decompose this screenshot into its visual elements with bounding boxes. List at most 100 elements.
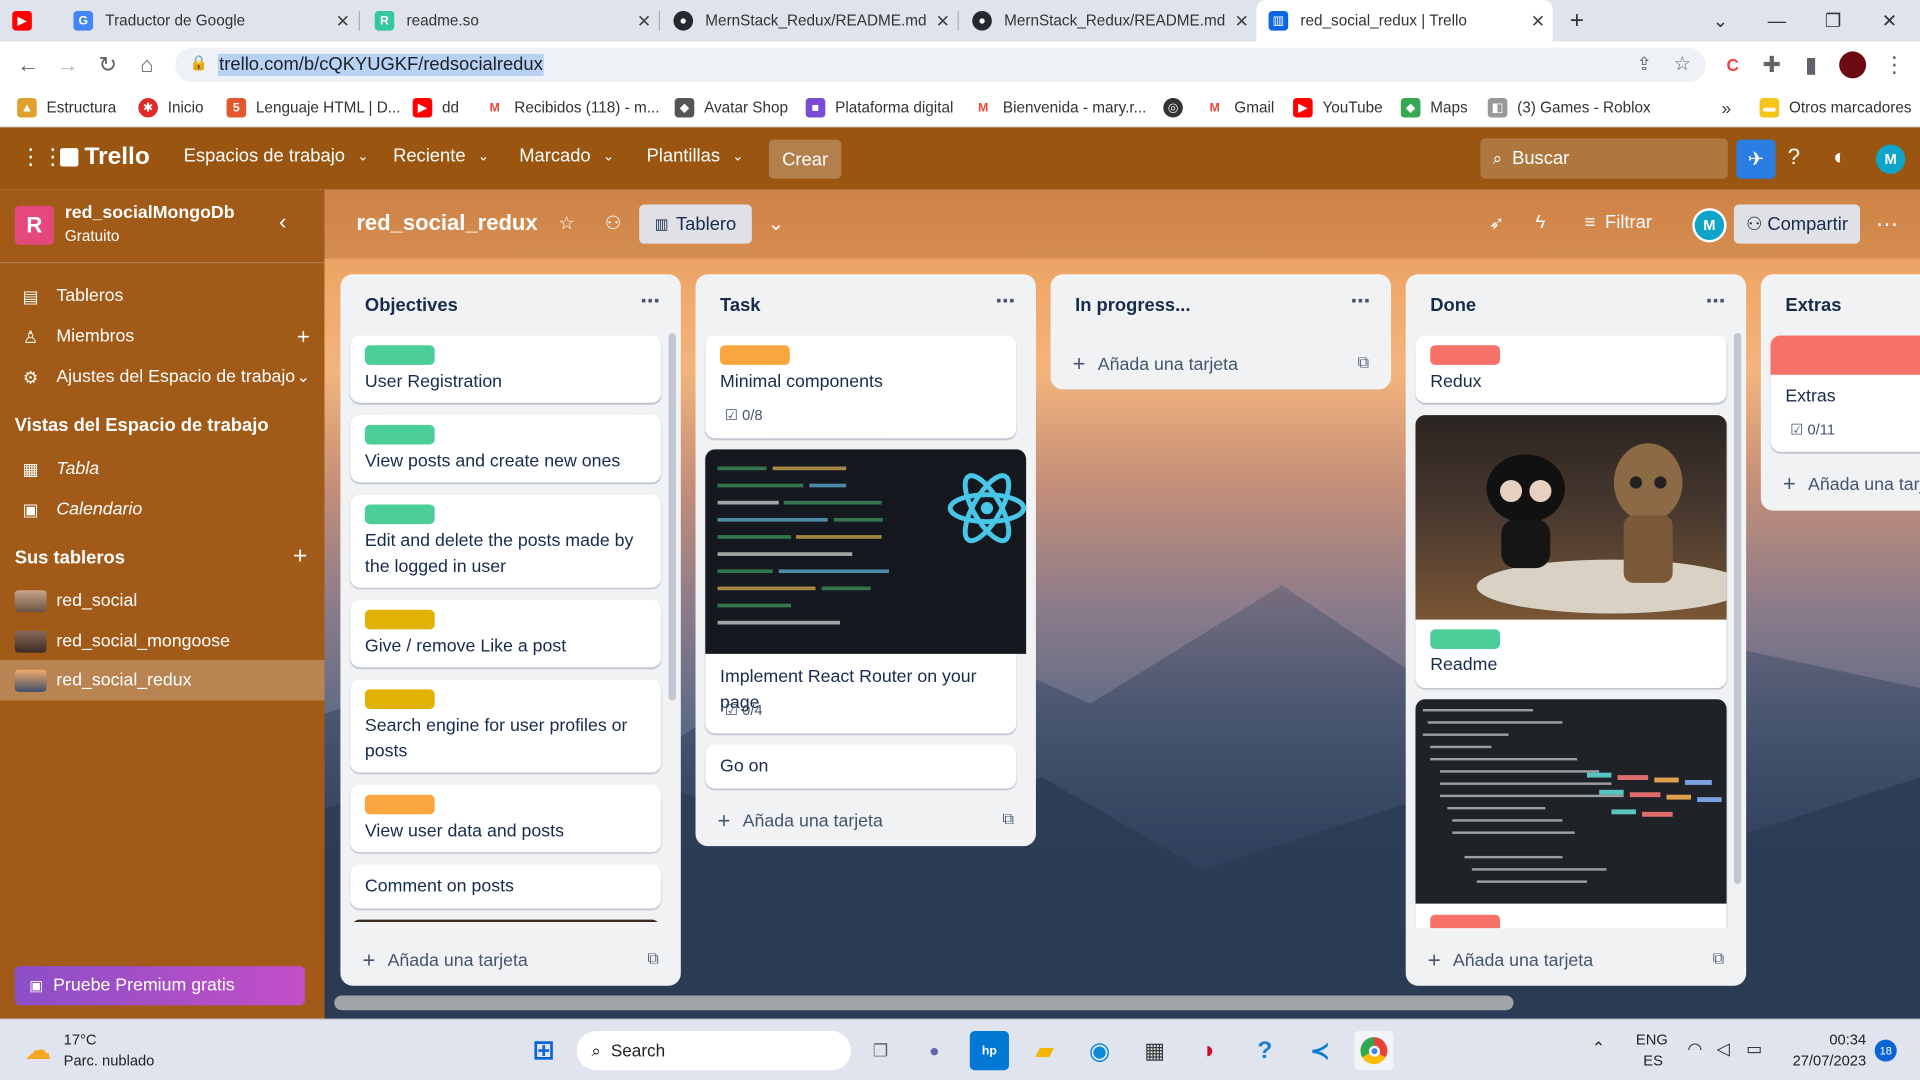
- bookmark-item[interactable]: M Bienvenida - mary.r...: [973, 97, 1146, 119]
- card[interactable]: Give / remove Like a post: [350, 600, 662, 668]
- close-icon[interactable]: ✕: [928, 10, 957, 31]
- sidebar-item-boards[interactable]: ▤ Tableros: [0, 278, 324, 315]
- sidebar-item-members[interactable]: ♙ Miembros +: [0, 318, 324, 355]
- windows-start-icon[interactable]: ⊞: [524, 1031, 563, 1070]
- close-icon[interactable]: ✕: [1523, 10, 1552, 31]
- search-input[interactable]: ⌕ Buscar: [1480, 138, 1728, 179]
- new-tab-button[interactable]: +: [1562, 0, 1599, 42]
- back-icon[interactable]: ←: [12, 49, 44, 81]
- notification-badge[interactable]: 18: [1874, 1039, 1897, 1062]
- card-label[interactable]: [364, 504, 435, 525]
- tab-search-icon[interactable]: ⌄: [1692, 0, 1748, 42]
- list-title[interactable]: Objectives: [365, 295, 458, 316]
- add-card-button[interactable]: +Añada una tarjeta: [1428, 948, 1593, 974]
- bookmark-item[interactable]: ✱ Inicio: [138, 97, 203, 119]
- teams-icon[interactable]: ●: [915, 1031, 954, 1070]
- puzzle-icon[interactable]: ✚: [1756, 49, 1788, 81]
- create-button[interactable]: Crear: [768, 139, 842, 179]
- wifi-icon[interactable]: ◠: [1687, 1038, 1702, 1059]
- maximize-button[interactable]: ❐: [1805, 0, 1861, 42]
- add-card-button[interactable]: +Añada una tarjeta: [718, 808, 883, 834]
- chevron-down-icon[interactable]: ⌄: [768, 212, 784, 236]
- bookmark-item[interactable]: 5 Lenguaje HTML | D...: [226, 97, 401, 119]
- atlassian-icon[interactable]: ✈: [1736, 139, 1776, 179]
- menu-templates[interactable]: Plantillas ⌄: [647, 146, 744, 167]
- list-menu-icon[interactable]: ⋯: [1351, 289, 1372, 313]
- list-title[interactable]: In progress...: [1075, 295, 1190, 316]
- close-icon[interactable]: ✕: [629, 10, 658, 31]
- reload-icon[interactable]: ↻: [92, 49, 124, 81]
- edge-icon[interactable]: ◉: [1080, 1031, 1119, 1070]
- power-ups-icon[interactable]: ➶: [1489, 212, 1504, 234]
- sidebar-item-settings[interactable]: ⚙ Ajustes del Espacio de trabajo ⌄: [0, 359, 324, 396]
- lang-secondary[interactable]: ES: [1643, 1052, 1663, 1069]
- bookmark-star-icon[interactable]: ☆: [1673, 51, 1691, 75]
- user-avatar[interactable]: M: [1875, 144, 1906, 174]
- more-bookmarks-icon[interactable]: »: [1722, 97, 1732, 119]
- card[interactable]: Edit and delete the posts made by the lo…: [350, 494, 662, 588]
- bookmark-item[interactable]: ◎: [1163, 97, 1192, 119]
- sidebar-board-item-active[interactable]: red_social_redux: [0, 660, 325, 701]
- card[interactable]: Minimal components ☑ 0/8: [705, 335, 1017, 439]
- board-view-button[interactable]: ▥ Tablero: [639, 204, 752, 244]
- card[interactable]: View user data and posts: [350, 784, 662, 853]
- vscode-icon[interactable]: ≺: [1300, 1031, 1339, 1070]
- profile-avatar[interactable]: [1839, 51, 1867, 79]
- card[interactable]: Go on: [705, 744, 1017, 789]
- card-cover[interactable]: [350, 919, 662, 923]
- list-title[interactable]: Task: [720, 295, 761, 316]
- menu-starred[interactable]: Marcado ⌄: [519, 146, 614, 167]
- tab-readme-so[interactable]: R readme.so ✕: [362, 0, 658, 42]
- battery-icon[interactable]: ▭: [1746, 1038, 1762, 1059]
- clock-date[interactable]: 27/07/2023: [1785, 1052, 1867, 1069]
- card-label[interactable]: [364, 689, 435, 709]
- board-horizontal-scrollbar[interactable]: [334, 995, 1514, 1011]
- card[interactable]: Extras ☑ 0/11: [1770, 335, 1920, 452]
- task-view-icon[interactable]: ❒: [861, 1031, 900, 1070]
- url-text[interactable]: trello.com/b/cQKYUGKF/redsocialredux: [217, 53, 545, 76]
- bookmark-item[interactable]: M Gmail: [1204, 97, 1274, 119]
- bookmark-item[interactable]: ◆ Avatar Shop: [674, 97, 788, 119]
- share-page-icon[interactable]: ⇪: [1636, 53, 1651, 75]
- bookmark-item[interactable]: ◆ Maps: [1400, 97, 1468, 119]
- template-icon[interactable]: ⧉: [1713, 949, 1724, 969]
- store-icon[interactable]: ▦: [1135, 1031, 1174, 1070]
- list-menu-icon[interactable]: ⋯: [640, 289, 661, 313]
- list-menu-icon[interactable]: ⋯: [996, 289, 1017, 313]
- tab-google-translate[interactable]: G Traductor de Google ✕: [61, 0, 357, 42]
- clock-time[interactable]: 00:34: [1810, 1031, 1866, 1048]
- collapse-sidebar-icon[interactable]: ‹: [279, 209, 286, 235]
- taskbar-search[interactable]: ⌕ Search: [576, 1031, 852, 1071]
- theme-icon[interactable]: ◐: [1833, 144, 1846, 170]
- card[interactable]: User Registration: [350, 335, 662, 403]
- omnibox[interactable]: 🔒 trello.com/b/cQKYUGKF/redsocialredux ⇪…: [175, 47, 1706, 83]
- star-icon[interactable]: ☆: [558, 212, 574, 234]
- card-label[interactable]: [1430, 345, 1501, 365]
- add-board-icon[interactable]: +: [293, 542, 307, 570]
- card-label[interactable]: [364, 345, 435, 365]
- card[interactable]: [1415, 699, 1727, 929]
- tab-github-readme-2[interactable]: ● MernStack_Redux/README.md a ✕: [960, 0, 1256, 42]
- sidebar-item-calendar[interactable]: ▣ Calendario: [0, 491, 324, 528]
- weather-temp[interactable]: 17°C: [64, 1031, 97, 1048]
- hp-icon[interactable]: hp: [969, 1031, 1009, 1071]
- sidepanel-icon[interactable]: ▮: [1795, 49, 1827, 81]
- tab-youtube[interactable]: ▶: [0, 0, 54, 42]
- tab-github-readme-1[interactable]: ● MernStack_Redux/README.md a ✕: [661, 0, 957, 42]
- bookmark-item[interactable]: ▶ dd: [412, 97, 459, 119]
- card[interactable]: Redux: [1415, 335, 1727, 403]
- close-window-button[interactable]: ✕: [1861, 0, 1917, 42]
- card-label[interactable]: [1430, 629, 1501, 649]
- workspace-name[interactable]: red_socialMongoDb: [65, 203, 235, 223]
- card-label[interactable]: [720, 345, 790, 365]
- trello-logo[interactable]: Trello: [60, 143, 150, 171]
- file-explorer-icon[interactable]: ▰: [1025, 1031, 1064, 1070]
- menu-recent[interactable]: Reciente ⌄: [393, 146, 489, 167]
- add-card-button[interactable]: +Añada una tarjeta: [362, 948, 527, 974]
- sidebar-item-table[interactable]: ▦ Tabla: [0, 451, 324, 488]
- add-card-button[interactable]: +Añada una tarjeta: [1783, 471, 1920, 497]
- other-bookmarks[interactable]: ▬ Otros marcadores: [1759, 97, 1911, 119]
- list-title[interactable]: Extras: [1785, 295, 1841, 316]
- menu-dots-icon[interactable]: ⋮: [1878, 49, 1910, 81]
- help-app-icon[interactable]: ?: [1245, 1031, 1284, 1070]
